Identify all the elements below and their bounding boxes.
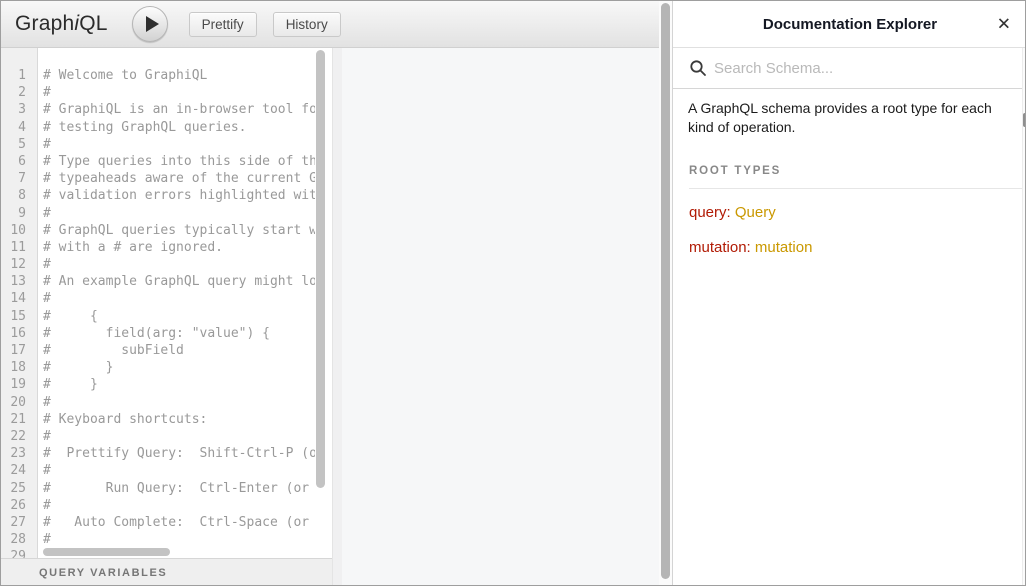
line-number: 26 xyxy=(1,497,37,514)
graphiql-window: GraphiQL Prettify History 12345678910111… xyxy=(0,0,1026,586)
doc-explorer-title: Documentation Explorer xyxy=(763,16,937,33)
line-number: 27 xyxy=(1,514,37,531)
editor-horizontal-scrollbar[interactable] xyxy=(43,548,170,556)
logo-text-graph: Graph xyxy=(15,12,74,35)
code-line: # Welcome to GraphiQL xyxy=(43,67,315,84)
play-icon xyxy=(146,16,159,32)
logo-text-ql: QL xyxy=(79,12,107,35)
prettify-button[interactable]: Prettify xyxy=(189,12,257,37)
code-line: # xyxy=(43,428,315,445)
line-number: 28 xyxy=(1,531,37,548)
search-icon xyxy=(689,59,707,77)
line-number: 5 xyxy=(1,136,37,153)
main-scrollbar-thumb[interactable] xyxy=(661,3,670,579)
line-number: 23 xyxy=(1,445,37,462)
query-variables-title: QUERY VARIABLES xyxy=(39,567,167,579)
query-editor[interactable]: # Welcome to GraphiQL## GraphiQL is an i… xyxy=(43,67,315,558)
search-schema-input[interactable] xyxy=(714,60,994,77)
history-button[interactable]: History xyxy=(273,12,341,37)
code-line: # validation errors highlighted within t… xyxy=(43,187,315,204)
line-number-gutter: 1234567891011121314151617181920212223242… xyxy=(1,48,38,558)
root-types-list: query: Query mutation: mutation xyxy=(673,204,1026,256)
code-line: # Run Query: Ctrl-Enter (or press the pl… xyxy=(43,480,315,497)
line-number: 14 xyxy=(1,290,37,307)
query-editor-pane: 1234567891011121314151617181920212223242… xyxy=(1,48,332,586)
root-type-field[interactable]: query: xyxy=(689,204,735,221)
root-type-row: mutation: mutation xyxy=(689,239,1026,256)
code-line: # xyxy=(43,462,315,479)
root-type-row: query: Query xyxy=(689,204,1026,221)
line-number: 6 xyxy=(1,153,37,170)
code-line: # xyxy=(43,394,315,411)
root-type-field[interactable]: mutation: xyxy=(689,239,755,256)
line-number: 1 xyxy=(1,67,37,84)
query-variables-bar[interactable]: QUERY VARIABLES xyxy=(1,558,332,586)
schema-description: A GraphQL schema provides a root type fo… xyxy=(688,99,1012,137)
code-line: # } xyxy=(43,359,315,376)
line-number: 7 xyxy=(1,170,37,187)
line-number: 17 xyxy=(1,342,37,359)
code-line: # xyxy=(43,290,315,307)
root-type-link[interactable]: mutation xyxy=(755,239,813,256)
line-number: 12 xyxy=(1,256,37,273)
line-number: 16 xyxy=(1,325,37,342)
line-number: 22 xyxy=(1,428,37,445)
main-scrollbar-track xyxy=(659,1,672,586)
pane-divider[interactable] xyxy=(332,48,342,586)
line-number: 13 xyxy=(1,273,37,290)
code-line: # GraphQL queries typically start with a… xyxy=(43,222,315,239)
code-line: # xyxy=(43,84,315,101)
code-line: # Keyboard shortcuts: xyxy=(43,411,315,428)
code-line: # with a # are ignored. xyxy=(43,239,315,256)
code-line: # An example GraphQL query might look li… xyxy=(43,273,315,290)
result-pane xyxy=(342,48,659,586)
doc-explorer-header: Documentation Explorer ✕ xyxy=(673,1,1026,48)
code-line: # Prettify Query: Shift-Ctrl-P (or press… xyxy=(43,445,315,462)
line-number: 21 xyxy=(1,411,37,428)
line-number: 29 xyxy=(1,548,37,558)
line-number: 20 xyxy=(1,394,37,411)
execute-query-button[interactable] xyxy=(132,6,168,42)
code-line: # GraphiQL is an in-browser tool for wri… xyxy=(43,101,315,118)
line-number: 25 xyxy=(1,480,37,497)
line-number: 9 xyxy=(1,205,37,222)
code-line: # subField xyxy=(43,342,315,359)
line-number: 18 xyxy=(1,359,37,376)
close-icon[interactable]: ✕ xyxy=(997,16,1011,33)
line-number: 24 xyxy=(1,462,37,479)
doc-explorer-panel: Documentation Explorer ✕ A GraphQL schem… xyxy=(672,1,1026,586)
code-line: # xyxy=(43,205,315,222)
code-line: # Type queries into this side of the scr… xyxy=(43,153,315,170)
root-types-section-title: ROOT TYPES xyxy=(689,165,1026,189)
code-line: # typeaheads aware of the current GraphQ… xyxy=(43,170,315,187)
line-number: 8 xyxy=(1,187,37,204)
app-logo: GraphiQL xyxy=(15,12,108,36)
code-line: # xyxy=(43,531,315,548)
code-line: # xyxy=(43,256,315,273)
doc-scrollbar-track xyxy=(1022,48,1026,586)
doc-search-row xyxy=(673,48,1026,89)
code-line: # } xyxy=(43,376,315,393)
line-number: 4 xyxy=(1,119,37,136)
code-line: # { xyxy=(43,308,315,325)
code-line: # field(arg: "value") { xyxy=(43,325,315,342)
line-number: 15 xyxy=(1,308,37,325)
line-number: 3 xyxy=(1,101,37,118)
line-number: 19 xyxy=(1,376,37,393)
line-number: 11 xyxy=(1,239,37,256)
editor-vertical-scrollbar[interactable] xyxy=(316,50,325,488)
code-line: # xyxy=(43,136,315,153)
code-line: # Auto Complete: Ctrl-Space (or just sta… xyxy=(43,514,315,531)
toolbar: GraphiQL Prettify History xyxy=(1,1,659,48)
line-number: 2 xyxy=(1,84,37,101)
root-type-link[interactable]: Query xyxy=(735,204,776,221)
code-line: # testing GraphQL queries. xyxy=(43,119,315,136)
code-line: # xyxy=(43,497,315,514)
line-number: 10 xyxy=(1,222,37,239)
